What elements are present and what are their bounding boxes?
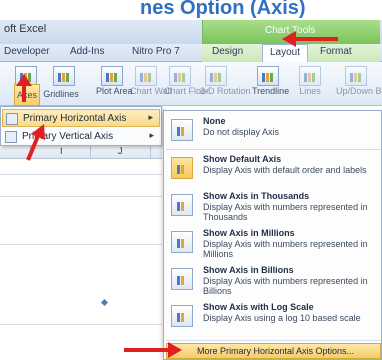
option-title: Show Default Axis <box>203 154 282 164</box>
billions-axis-icon <box>171 268 193 290</box>
option-show-axis-thousands[interactable]: Show Axis in Thousands Display Axis with… <box>166 190 381 226</box>
up-down-bars-icon <box>345 66 367 86</box>
option-show-axis-millions[interactable]: Show Axis in Millions Display Axis with … <box>166 227 381 263</box>
trendline-label: Trendline <box>252 86 290 96</box>
option-description: Display Axis using a log 10 based scale <box>203 313 361 323</box>
page-heading: nes Option (Axis) <box>0 0 382 20</box>
option-title: Show Axis with Log Scale <box>203 302 314 312</box>
trendline-icon <box>257 66 279 86</box>
default-axis-icon <box>171 157 193 179</box>
no-axis-icon <box>171 119 193 141</box>
trendline-button[interactable]: Trendline <box>252 64 290 104</box>
horizontal-axis-icon <box>6 113 18 125</box>
option-none[interactable]: None Do not display Axis <box>166 115 381 151</box>
chart-icon <box>53 66 75 86</box>
option-title: Show Axis in Billions <box>203 265 294 275</box>
separator <box>166 340 381 341</box>
annotation-arrow-layout <box>282 31 338 47</box>
thousands-axis-icon <box>171 194 193 216</box>
up-down-bars-label: Up/Down Bars <box>336 86 382 96</box>
tab-add-ins[interactable]: Add-Ins <box>70 46 104 57</box>
option-description: Display Axis with numbers represented in… <box>203 202 368 222</box>
plot-area-label: Plot Area <box>96 86 133 96</box>
ribbon: Axes Gridlines Plot Area Chart Wall Char… <box>0 62 382 106</box>
row-gridline <box>0 324 162 325</box>
option-title: Show Axis in Thousands <box>203 191 310 201</box>
chart-wall-icon <box>135 66 157 86</box>
option-show-axis-log-scale[interactable]: Show Axis with Log Scale Display Axis us… <box>166 301 381 337</box>
option-title: Show Axis in Millions <box>203 228 295 238</box>
submenu-arrow-icon: ▸ <box>149 130 154 140</box>
chart-data-point <box>100 298 109 307</box>
lines-icon <box>299 66 321 86</box>
more-axis-options-button[interactable]: More Primary Horizontal Axis Options... <box>166 343 381 359</box>
heading-text: nes Option (Axis) <box>140 0 306 19</box>
annotation-arrow-more-options <box>124 342 182 358</box>
tab-nitro-pro[interactable]: Nitro Pro 7 <box>132 46 180 57</box>
3d-rotation-label: 3-D Rotation <box>200 86 251 96</box>
3d-rotation-button[interactable]: 3-D Rotation <box>200 64 251 104</box>
column-header-j: J <box>118 146 123 156</box>
option-show-axis-billions[interactable]: Show Axis in Billions Display Axis with … <box>166 264 381 300</box>
log-scale-axis-icon <box>171 305 193 327</box>
column-divider <box>90 144 91 159</box>
3d-rotation-icon <box>205 66 227 86</box>
row-gridline <box>0 196 162 197</box>
annotation-arrow-axes <box>16 74 32 102</box>
option-description: Do not display Axis <box>203 127 280 137</box>
plot-area-icon <box>101 66 123 86</box>
chart-floor-button[interactable]: Chart Floor <box>164 64 210 104</box>
annotation-arrow-submenu <box>26 124 45 161</box>
separator <box>166 149 381 150</box>
gridlines-button-label: Gridlines <box>43 89 79 99</box>
horizontal-axis-options-panel: None Do not display Axis Show Default Ax… <box>163 110 382 360</box>
column-header-i: I <box>60 146 63 156</box>
millions-axis-icon <box>171 231 193 253</box>
option-show-default-axis[interactable]: Show Default Axis Display Axis with defa… <box>166 153 381 189</box>
option-description: Display Axis with numbers represented in… <box>203 239 368 259</box>
app-title: oft Excel <box>4 23 47 35</box>
lines-label: Lines <box>299 86 321 96</box>
chart-floor-label: Chart Floor <box>164 86 210 96</box>
more-axis-options-label: More Primary Horizontal Axis Options... <box>197 346 355 356</box>
chart-wall-button[interactable]: Chart Wall <box>130 64 172 104</box>
vertical-axis-icon <box>5 131 17 143</box>
row-gridline <box>0 174 162 175</box>
chart-floor-icon <box>169 66 191 86</box>
menu-item-label: Primary Horizontal Axis <box>23 113 127 124</box>
option-description: Display Axis with default order and labe… <box>203 165 367 175</box>
row-gridline <box>0 244 162 245</box>
lines-button[interactable]: Lines <box>294 64 326 104</box>
up-down-bars-button[interactable]: Up/Down Bars <box>336 64 382 104</box>
gridlines-button[interactable]: Gridlines <box>42 84 80 106</box>
option-description: Display Axis with numbers represented in… <box>203 276 368 296</box>
chart-wall-label: Chart Wall <box>130 86 172 96</box>
plot-area-button[interactable]: Plot Area <box>96 64 133 104</box>
column-divider <box>150 144 151 159</box>
tab-design[interactable]: Design <box>212 46 243 57</box>
submenu-arrow-icon: ▸ <box>148 112 153 122</box>
tab-developer[interactable]: Developer <box>4 46 50 57</box>
option-title: None <box>203 116 226 126</box>
